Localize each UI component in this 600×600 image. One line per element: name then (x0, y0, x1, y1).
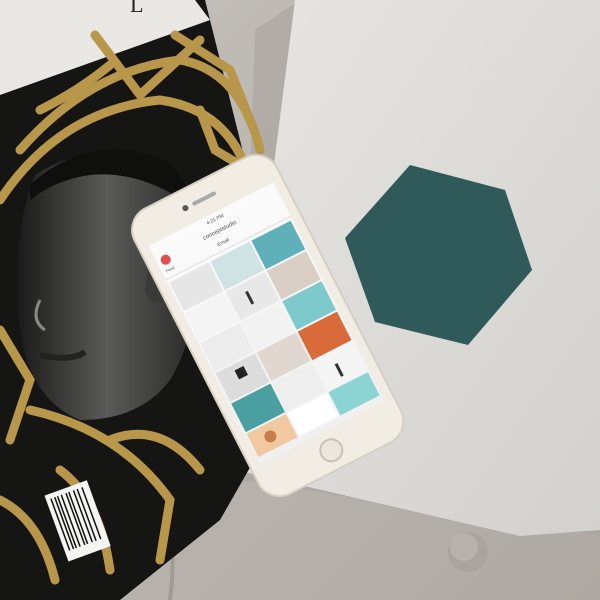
photo-scene: L 4:21 PM conceptstudio Email Feed (0, 0, 600, 600)
magazine-cover-text: L (130, 0, 143, 17)
couch-button-highlight (450, 533, 478, 561)
